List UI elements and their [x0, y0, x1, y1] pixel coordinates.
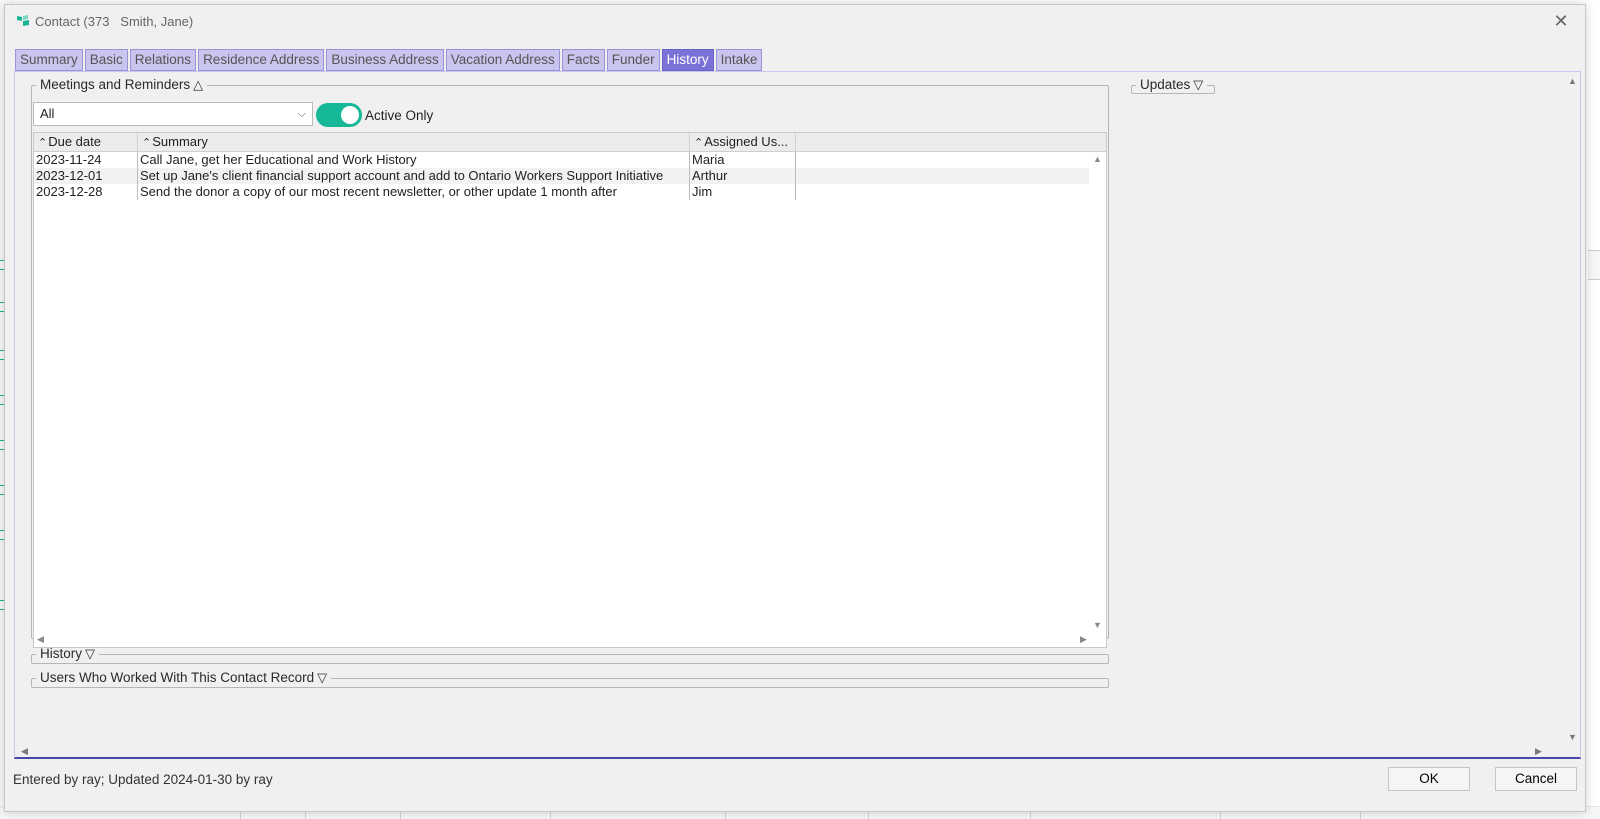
- assigned-user-cell: Maria: [690, 152, 796, 168]
- contact-dialog: Contact (373 Smith, Jane) ✕ Summary Basi…: [4, 4, 1586, 812]
- summary-cell: Send the donor a copy of our most recent…: [138, 184, 690, 200]
- assigned-user-cell: Jim: [690, 184, 796, 200]
- tab-basic[interactable]: Basic: [84, 49, 128, 71]
- scroll-left-icon[interactable]: ◀: [37, 634, 44, 645]
- background-app-panel: [1588, 250, 1600, 280]
- assigned-user-cell: Arthur: [690, 168, 796, 184]
- expand-icon[interactable]: ▽: [317, 670, 327, 685]
- meeting-filter-select[interactable]: All ⌵: [33, 102, 313, 126]
- scroll-up-icon[interactable]: ▲: [1093, 154, 1102, 164]
- table-row[interactable]: 2023-12-01 Set up Jane's client financia…: [34, 168, 1090, 184]
- meetings-reminders-header[interactable]: Meetings and Reminders △: [36, 77, 207, 93]
- history-tab-content: Meetings and Reminders △ All ⌵ Active Onl…: [14, 71, 1581, 759]
- active-only-toggle[interactable]: [316, 103, 362, 127]
- summary-cell: Call Jane, get her Educational and Work …: [138, 152, 690, 168]
- column-header-summary[interactable]: ⌃Summary: [138, 133, 690, 151]
- scroll-down-icon[interactable]: ▼: [1093, 620, 1102, 630]
- history-header[interactable]: History ▽: [36, 646, 99, 662]
- active-only-label: Active Only: [365, 108, 434, 123]
- summary-cell: Set up Jane's client financial support a…: [138, 168, 690, 184]
- sort-up-icon: ⌃: [142, 137, 152, 149]
- table-header: ⌃Due date ⌃Summary ⌃Assigned Us...: [34, 133, 1106, 152]
- tab-intake[interactable]: Intake: [715, 49, 763, 71]
- cancel-button[interactable]: Cancel: [1495, 767, 1577, 791]
- tab-history[interactable]: History: [661, 49, 714, 71]
- table-horizontal-scrollbar[interactable]: ◀ ▶: [34, 632, 1090, 647]
- toggle-knob: [341, 106, 359, 124]
- column-header-assigned-user[interactable]: ⌃Assigned Us...: [690, 133, 796, 151]
- close-icon[interactable]: ✕: [1551, 11, 1571, 31]
- table-row[interactable]: 2023-11-24 Call Jane, get her Educationa…: [34, 152, 1090, 168]
- due-date-cell: 2023-12-28: [34, 184, 138, 200]
- scroll-left-icon[interactable]: ◀: [21, 746, 28, 757]
- table-vertical-scrollbar[interactable]: ▲ ▼: [1089, 152, 1106, 631]
- updates-group: Updates ▽: [1131, 77, 1215, 94]
- content-vertical-scrollbar[interactable]: ▲ ▼: [1564, 72, 1580, 742]
- sort-up-icon: ⌃: [694, 137, 704, 149]
- chevron-down-icon: ⌵: [297, 108, 306, 120]
- flag-icon: [17, 15, 29, 26]
- tab-summary[interactable]: Summary: [15, 49, 83, 71]
- scroll-down-icon[interactable]: ▼: [1568, 732, 1577, 742]
- column-header-due-date[interactable]: ⌃Due date: [34, 133, 138, 151]
- tab-relations[interactable]: Relations: [129, 49, 197, 71]
- users-worked-group: Users Who Worked With This Contact Recor…: [31, 670, 1109, 688]
- ok-button[interactable]: OK: [1388, 767, 1470, 791]
- content-horizontal-scrollbar[interactable]: ◀ ▶: [15, 744, 1565, 758]
- meetings-reminders-group: Meetings and Reminders △ All ⌵ Active Onl…: [31, 77, 1109, 648]
- tab-residence-address[interactable]: Residence Address: [198, 49, 325, 71]
- meeting-filter-value: All: [40, 106, 55, 121]
- tab-funder[interactable]: Funder: [606, 49, 660, 71]
- collapse-icon[interactable]: △: [193, 77, 203, 92]
- tab-business-address[interactable]: Business Address: [326, 49, 444, 71]
- tab-vacation-address[interactable]: Vacation Address: [445, 49, 560, 71]
- due-date-cell: 2023-11-24: [34, 152, 138, 168]
- meetings-table: ⌃Due date ⌃Summary ⌃Assigned Us... 2023-…: [33, 132, 1107, 648]
- scroll-right-icon[interactable]: ▶: [1080, 634, 1087, 645]
- updates-header[interactable]: Updates ▽: [1136, 77, 1207, 93]
- due-date-cell: 2023-12-01: [34, 168, 138, 184]
- status-text: Entered by ray; Updated 2024-01-30 by ra…: [13, 772, 273, 787]
- history-group: History ▽: [31, 646, 1109, 664]
- expand-icon[interactable]: ▽: [85, 646, 95, 661]
- tab-facts[interactable]: Facts: [561, 49, 605, 71]
- scroll-right-icon[interactable]: ▶: [1535, 746, 1542, 757]
- users-worked-header[interactable]: Users Who Worked With This Contact Recor…: [36, 670, 331, 686]
- table-row[interactable]: 2023-12-28 Send the donor a copy of our …: [34, 184, 1090, 200]
- sort-up-icon: ⌃: [38, 137, 48, 149]
- tab-bar: Summary Basic Relations Residence Addres…: [15, 49, 764, 71]
- window-title: Contact (373 Smith, Jane): [35, 14, 194, 29]
- expand-icon[interactable]: ▽: [1193, 77, 1203, 92]
- title-bar: Contact (373 Smith, Jane) ✕: [5, 5, 1585, 37]
- scroll-up-icon[interactable]: ▲: [1568, 76, 1577, 86]
